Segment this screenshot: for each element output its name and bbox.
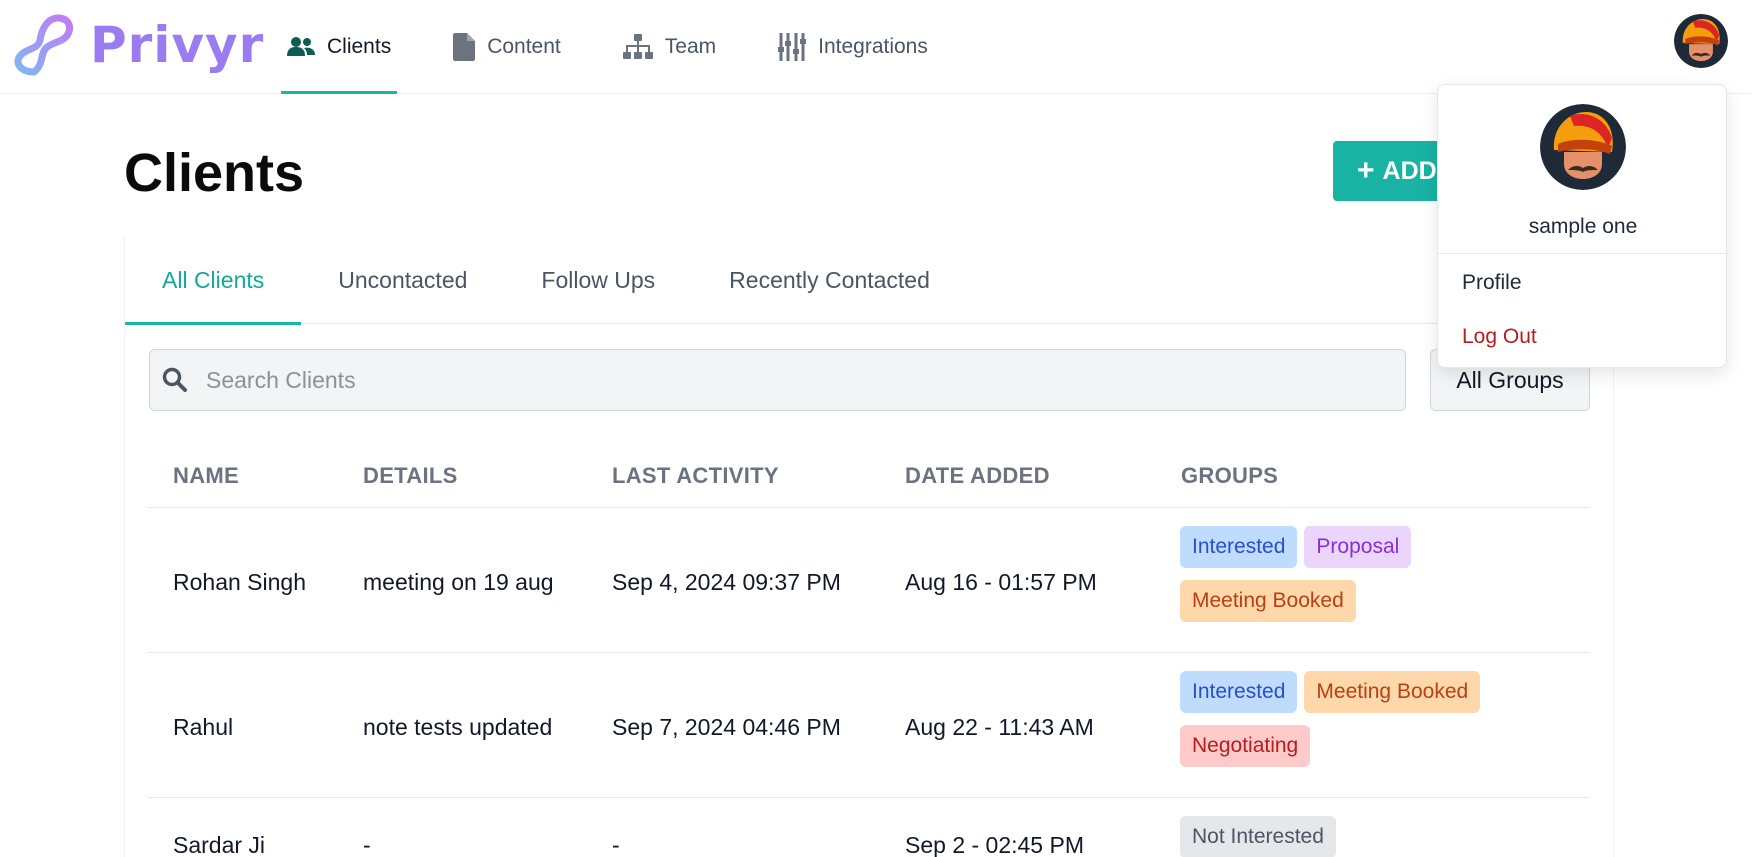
table-row[interactable]: Sardar Ji - - Sep 2 - 02:45 PM Not Inter…	[148, 798, 1589, 857]
tab-follow-ups[interactable]: Follow Ups	[504, 236, 692, 324]
group-tag: Interested	[1180, 526, 1298, 568]
group-tag: Not Interested	[1180, 816, 1336, 857]
nav-content-label: Content	[487, 35, 561, 58]
main-nav: Clients Content Team Integrations	[281, 0, 984, 94]
page-title: Clients	[124, 143, 305, 203]
top-navigation-bar: Privyr Clients Content Team Integrations	[0, 0, 1752, 94]
table-row[interactable]: Rohan Singh meeting on 19 aug Sep 4, 202…	[148, 508, 1589, 653]
sliders-icon	[778, 33, 807, 61]
user-avatar-button[interactable]	[1674, 14, 1728, 68]
client-name: Rohan Singh	[173, 569, 306, 595]
user-menu-dropdown: sample one Profile Log Out	[1437, 84, 1728, 368]
client-details: note tests updated	[363, 714, 553, 740]
nav-team[interactable]: Team	[617, 0, 722, 94]
file-icon	[453, 33, 476, 61]
group-tag: Meeting Booked	[1180, 580, 1356, 622]
table-row[interactable]: Rahul note tests updated Sep 7, 2024 04:…	[148, 653, 1589, 798]
nav-integrations-label: Integrations	[818, 35, 928, 58]
column-header-groups: GROUPS	[1181, 463, 1279, 488]
plus-icon: +	[1357, 154, 1375, 187]
client-name: Sardar Ji	[173, 832, 266, 857]
nav-clients[interactable]: Clients	[281, 0, 398, 94]
turban-avatar-icon	[1540, 104, 1626, 190]
sitemap-icon	[622, 34, 653, 60]
tab-all-clients[interactable]: All Clients	[125, 236, 302, 325]
turban-avatar-icon	[1674, 14, 1728, 68]
column-header-name: NAME	[173, 463, 239, 488]
client-last-activity: Sep 7, 2024 04:46 PM	[612, 714, 841, 740]
group-tag: Proposal	[1304, 526, 1412, 568]
client-groups: Interested Proposal Meeting Booked	[1180, 526, 1510, 634]
client-date-added: Sep 2 - 02:45 PM	[905, 832, 1084, 857]
column-header-date-added: DATE ADDED	[905, 463, 1050, 488]
privyr-logo[interactable]: Privyr	[12, 14, 264, 76]
search-input[interactable]	[206, 366, 1356, 394]
brand-name: Privyr	[90, 16, 265, 74]
search-icon	[162, 367, 188, 393]
nav-integrations[interactable]: Integrations	[772, 0, 934, 94]
privyr-logo-icon	[14, 14, 74, 76]
client-groups: Not Interested	[1180, 816, 1510, 857]
client-date-added: Aug 22 - 11:43 AM	[905, 714, 1094, 740]
user-avatar-large	[1540, 104, 1626, 190]
client-tabs: All Clients Uncontacted Follow Ups Recen…	[125, 236, 1615, 325]
group-tag: Negotiating	[1180, 725, 1311, 767]
column-header-last-activity: LAST ACTIVITY	[612, 463, 779, 488]
nav-team-label: Team	[664, 35, 717, 58]
client-details: -	[363, 832, 371, 857]
client-groups: Interested Meeting Booked Negotiating	[1180, 671, 1510, 779]
group-tag: Meeting Booked	[1304, 671, 1481, 713]
user-name: sample one	[1528, 215, 1638, 238]
client-last-activity: -	[612, 832, 620, 857]
menu-item-profile[interactable]: Profile	[1462, 271, 1522, 295]
client-name: Rahul	[173, 714, 234, 740]
column-header-details: DETAILS	[363, 463, 458, 488]
nav-content[interactable]: Content	[447, 0, 567, 94]
tab-uncontacted[interactable]: Uncontacted	[301, 236, 504, 324]
menu-item-logout[interactable]: Log Out	[1462, 325, 1537, 349]
add-client-label: ADD	[1382, 156, 1437, 185]
client-last-activity: Sep 4, 2024 09:37 PM	[612, 569, 841, 595]
users-icon	[287, 36, 315, 58]
group-tag: Interested	[1180, 671, 1298, 713]
search-box	[149, 349, 1406, 411]
nav-clients-label: Clients	[327, 35, 392, 58]
client-date-added: Aug 16 - 01:57 PM	[905, 569, 1097, 595]
tab-recently-contacted[interactable]: Recently Contacted	[692, 236, 967, 324]
client-details: meeting on 19 aug	[363, 569, 554, 595]
menu-divider	[1438, 253, 1728, 254]
